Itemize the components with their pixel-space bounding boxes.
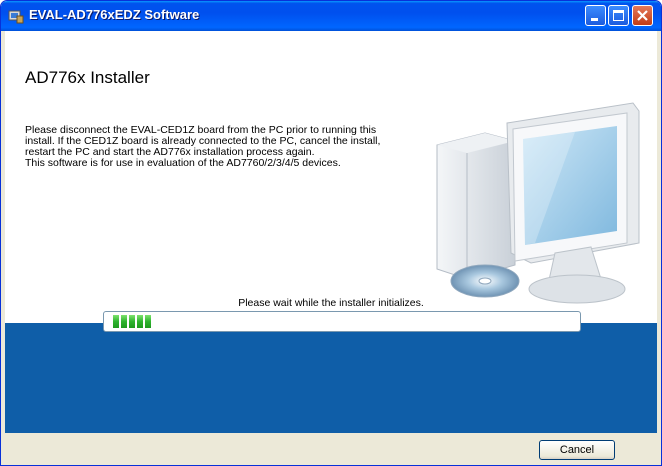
computer-illustration [436,102,640,304]
close-button[interactable] [632,5,653,26]
close-icon [637,10,648,21]
minimize-icon [591,18,598,21]
progress-block [129,315,135,328]
installer-icon [8,10,24,24]
progress-block [121,315,127,328]
progress-block [145,315,151,328]
title-bar[interactable]: EVAL-AD776xEDZ Software [1,1,661,31]
blue-band [5,323,657,433]
installer-content: AD776x Installer Please disconnect the E… [5,31,657,433]
progress-block [137,315,143,328]
button-bar: Cancel [5,433,657,463]
progress-block [113,315,119,328]
page-title: AD776x Installer [25,68,150,87]
maximize-button[interactable] [608,5,629,26]
installer-window: EVAL-AD776xEDZ Software AD776x Installer… [0,0,662,466]
cancel-button[interactable]: Cancel [539,440,615,460]
progress-bar [103,311,581,332]
status-text: Please wait while the installer initiali… [238,297,424,309]
minimize-button[interactable] [585,5,606,26]
message-line: This software is for use in evaluation o… [25,157,341,169]
window-title: EVAL-AD776xEDZ Software [29,7,200,22]
disconnect-message: Please disconnect the EVAL-CED1Z board f… [25,125,445,169]
maximize-icon [613,10,624,21]
